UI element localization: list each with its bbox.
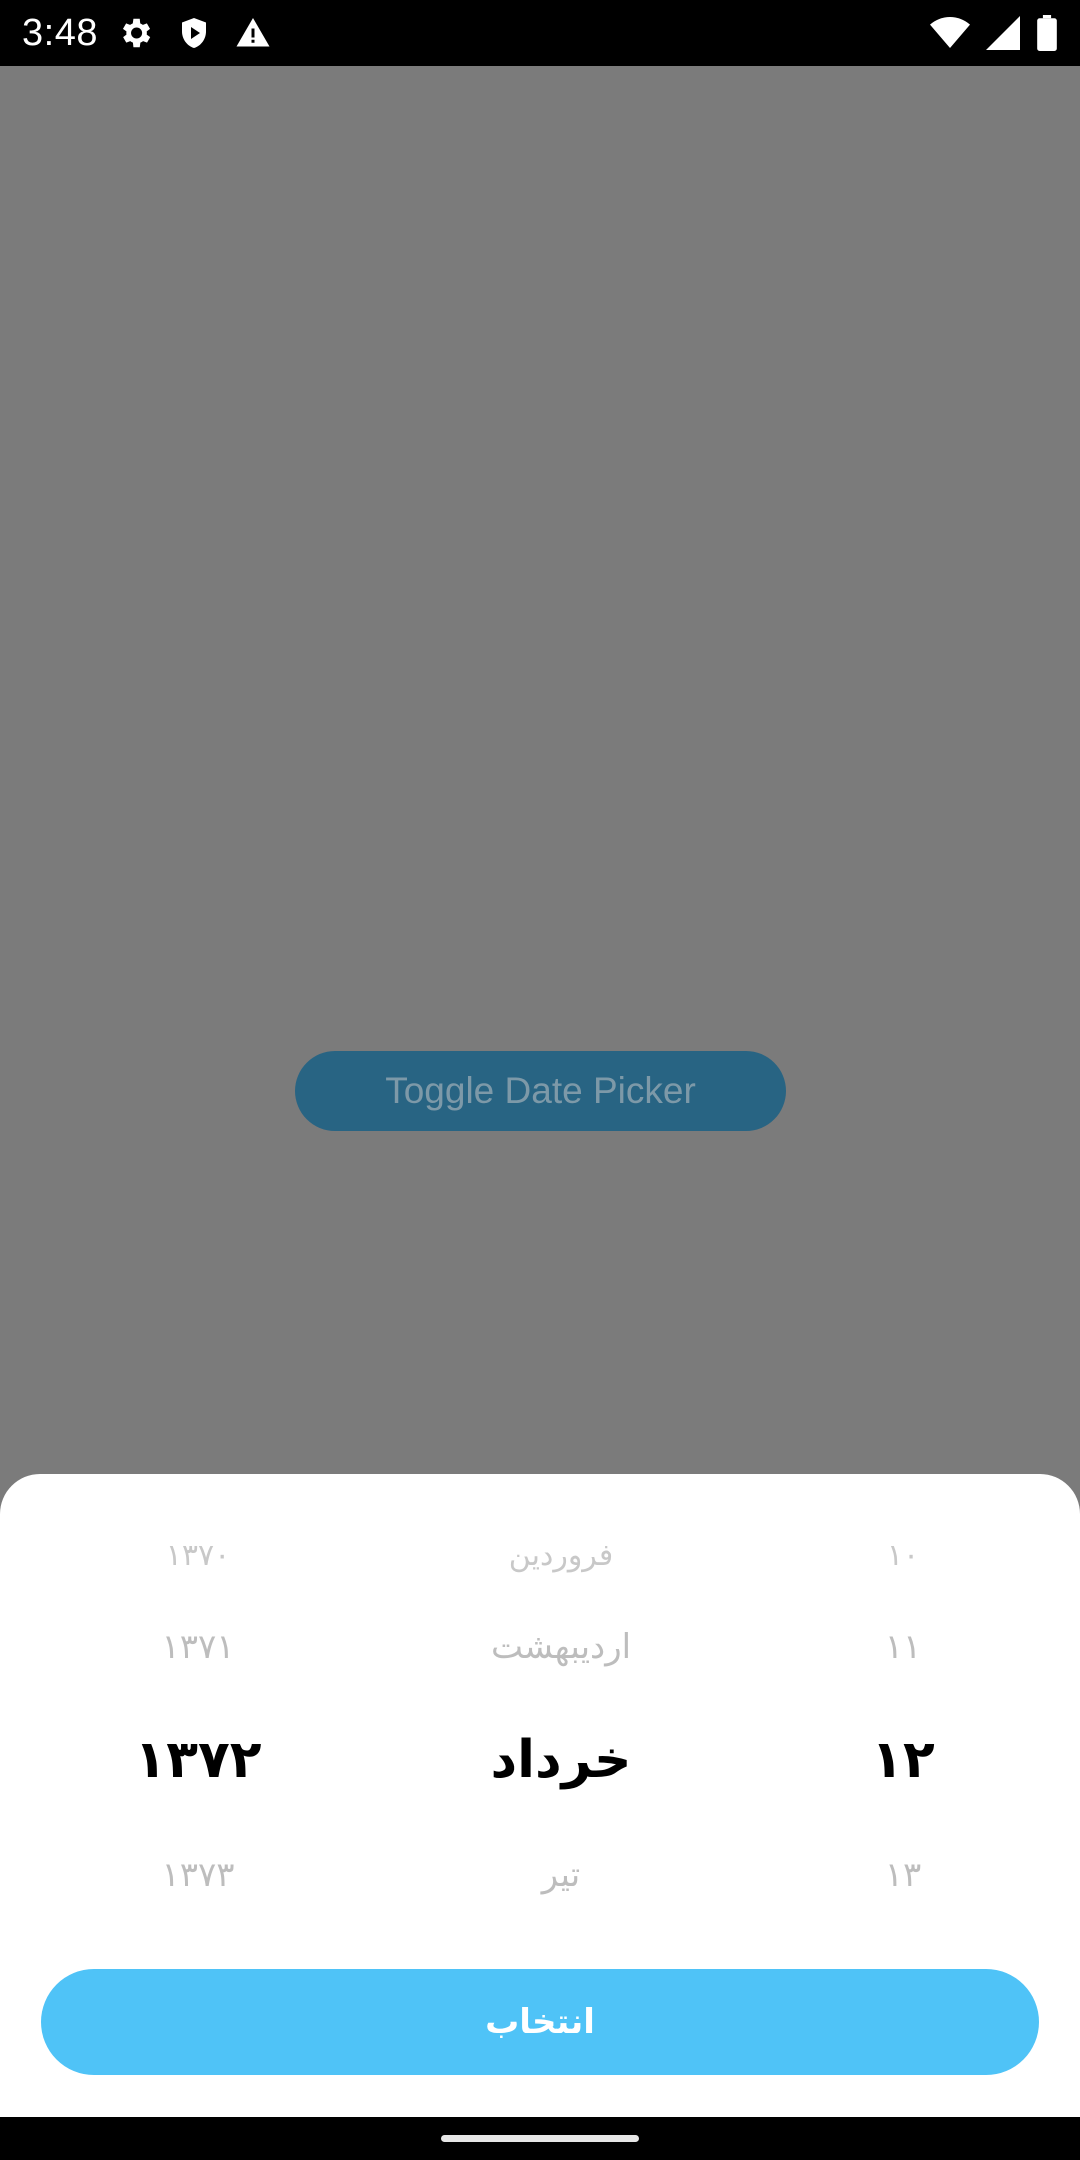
day-selected[interactable]: ۱۲ xyxy=(753,1734,1053,1786)
day-option[interactable]: ۱۰ xyxy=(753,1541,1053,1571)
cell-signal-icon xyxy=(986,16,1020,50)
year-wheel[interactable]: ۱۳۷۰ ۱۳۷۱ ۱۳۷۲ ۱۳۷۳ xyxy=(48,1474,348,1944)
month-option[interactable]: تیر xyxy=(411,1858,711,1892)
day-option[interactable]: ۱۱ xyxy=(753,1630,1053,1664)
shield-play-icon xyxy=(176,14,212,52)
day-option[interactable]: ۱۳ xyxy=(753,1858,1053,1892)
warning-icon xyxy=(234,15,272,51)
toggle-date-picker-button[interactable]: Toggle Date Picker xyxy=(295,1051,786,1131)
year-option[interactable]: ۱۳۷۰ xyxy=(48,1541,348,1571)
home-handle[interactable] xyxy=(441,2135,639,2142)
year-option[interactable]: ۱۳۷۳ xyxy=(48,1858,348,1892)
status-bar: 3:48 xyxy=(0,0,1080,66)
status-icons-right xyxy=(930,15,1058,51)
date-picker-sheet: ۱۳۷۰ ۱۳۷۱ ۱۳۷۲ ۱۳۷۳ فروردین اردیبهشت خرد… xyxy=(0,1474,1080,2117)
month-selected[interactable]: خرداد xyxy=(411,1734,711,1786)
status-time: 3:48 xyxy=(22,11,98,54)
select-date-button[interactable]: انتخاب xyxy=(41,1969,1039,2075)
day-wheel[interactable]: ۱۰ ۱۱ ۱۲ ۱۳ xyxy=(753,1474,1053,1944)
month-option[interactable]: فروردین xyxy=(411,1541,711,1571)
year-selected[interactable]: ۱۳۷۲ xyxy=(48,1734,348,1786)
year-option[interactable]: ۱۳۷۱ xyxy=(48,1630,348,1664)
gear-icon xyxy=(116,14,154,52)
month-wheel[interactable]: فروردین اردیبهشت خرداد تیر xyxy=(411,1474,711,1944)
screen: 3:48 Toggle Date Picker ۱۳۷۰ ۱۳۷۱ ۱۳۷۲ ۱… xyxy=(0,0,1080,2160)
wifi-icon xyxy=(930,16,970,50)
battery-icon xyxy=(1036,15,1058,51)
month-option[interactable]: اردیبهشت xyxy=(411,1630,711,1664)
status-icons-left xyxy=(116,14,272,52)
navigation-bar xyxy=(0,2117,1080,2160)
